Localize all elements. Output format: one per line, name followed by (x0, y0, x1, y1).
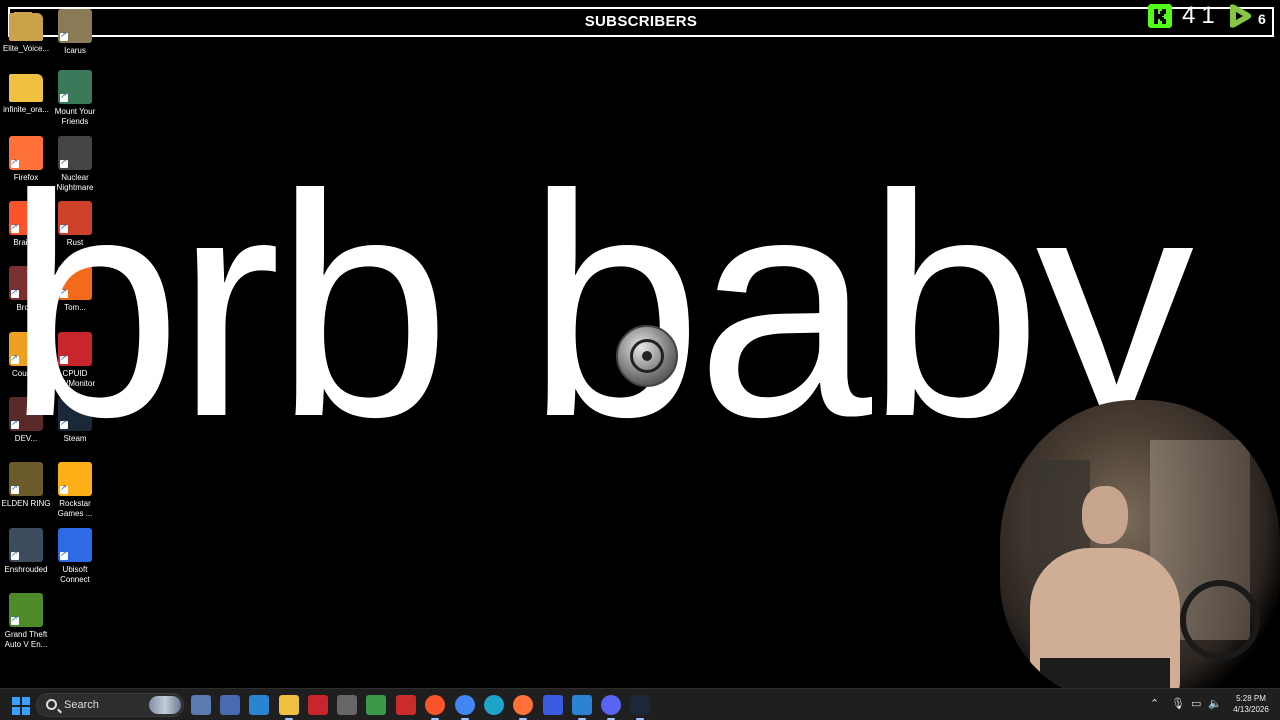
enshrouded-icon (9, 528, 43, 562)
clock-time: 5:28 PM (1236, 694, 1266, 703)
desktop-icon-label: Ubisoft Connect (60, 565, 90, 584)
rumble-icon (1230, 4, 1252, 28)
search-highlight-image (149, 696, 181, 714)
start-button[interactable] (12, 697, 30, 715)
brb-text: brb baby (6, 129, 1194, 482)
desktop-icon[interactable]: Enshrouded (0, 528, 52, 575)
microphone-icon[interactable]: 🎙 (1171, 697, 1185, 710)
kick-count: 41 (1182, 2, 1221, 29)
desktop-icon[interactable]: Elite_Voice... (0, 9, 52, 54)
desktop-icon-label: Enshrouded (4, 565, 48, 574)
app-icon[interactable] (308, 695, 328, 715)
desktop-icon-label: Elite_Voice... (2, 44, 50, 53)
search-box[interactable]: Search (36, 693, 184, 717)
steam-icon[interactable] (630, 695, 650, 720)
app-icon[interactable] (337, 695, 357, 715)
search-label: Search (64, 699, 99, 711)
folder-icon (9, 74, 43, 102)
desktop-icon-label: Icarus (64, 46, 86, 55)
chevron-up-icon[interactable]: ⌃ (1150, 697, 1159, 710)
volume-icon[interactable]: 🔈 (1208, 697, 1222, 710)
folder-icon (9, 13, 43, 41)
desktop-icon[interactable]: infinite_ora... (0, 70, 52, 115)
app-icon[interactable] (396, 695, 416, 715)
file-explorer-icon[interactable] (279, 695, 299, 720)
chrome-icon[interactable] (455, 695, 475, 720)
brave-icon[interactable] (425, 695, 445, 720)
desktop-icon[interactable]: Ubisoft Connect (49, 528, 101, 585)
desktop-icon[interactable]: Mount Your Friends (49, 70, 101, 127)
discord-icon[interactable] (601, 695, 621, 720)
gta-v-icon (9, 593, 43, 627)
icarus-icon (58, 9, 92, 43)
subscriber-bar: 0 SUBSCRIBERS (8, 7, 1274, 37)
rumble-count: 6 (1258, 11, 1266, 27)
vscode-icon[interactable] (572, 695, 592, 720)
network-icon[interactable]: ▭ (1191, 697, 1201, 710)
desktop-icon-label: ELDEN RING (1, 499, 51, 508)
search-icon (46, 699, 57, 710)
desktop-icon-label: Mount Your Friends (54, 107, 96, 126)
subscribers-title: SUBSCRIBERS (584, 13, 698, 30)
app-icon[interactable] (220, 695, 240, 715)
app-icon[interactable] (366, 695, 386, 715)
edge-icon[interactable] (484, 695, 504, 715)
firefox-icon[interactable] (513, 695, 533, 720)
webcam-feed (1000, 400, 1280, 700)
desktop-icon[interactable]: Grand Theft Auto V En... (0, 593, 52, 650)
desktop-icon-label: Grand Theft Auto V En... (4, 630, 48, 649)
ubisoft-icon (58, 528, 92, 562)
app-icon[interactable] (249, 695, 269, 715)
clock[interactable]: 5:28 PM 4/13/2026 (1228, 693, 1274, 715)
desktop-icon[interactable]: Icarus (49, 9, 101, 56)
app-icon[interactable] (543, 695, 563, 715)
app-icon[interactable] (191, 695, 211, 715)
clock-date: 4/13/2026 (1233, 705, 1269, 714)
taskbar: Search ⌃ 🎙 ▭ 🔈 5:28 PM 4/13/2026 (0, 688, 1280, 720)
desktop-icon-label: infinite_ora... (3, 105, 49, 114)
medallion-icon (616, 325, 678, 387)
desktop-icon-label: Rockstar Games ... (57, 499, 93, 518)
mount-your-friends-icon (58, 70, 92, 104)
kick-icon (1148, 4, 1172, 28)
